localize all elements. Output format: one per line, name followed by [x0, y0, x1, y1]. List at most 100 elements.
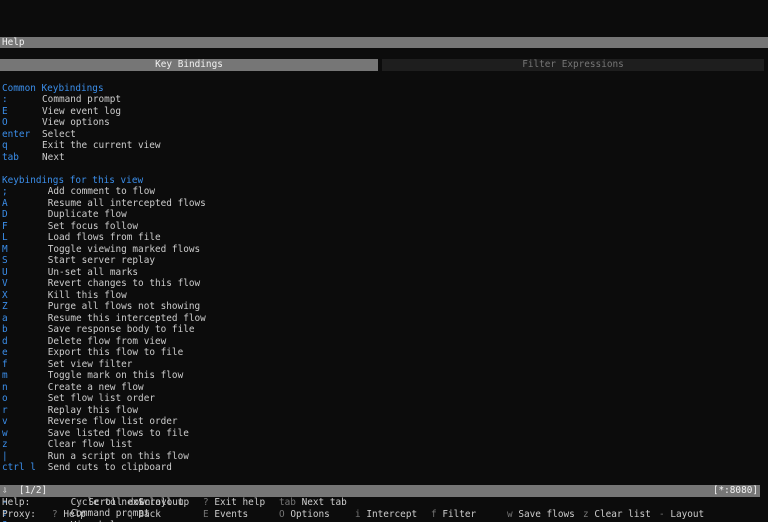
keybinding-row[interactable]: S Start server replay: [0, 255, 768, 267]
key-label: e: [2, 347, 8, 358]
keybinding-row[interactable]: D Duplicate flow: [0, 209, 768, 221]
key-label: m: [2, 370, 8, 381]
keybinding-row[interactable]: v Reverse flow list order: [0, 416, 768, 428]
key-description: Kill this flow: [47, 289, 127, 301]
keybinding-row[interactable]: o Set flow list order: [0, 393, 768, 405]
keybinding-row[interactable]: d Delete flow from view: [0, 336, 768, 348]
key-label: Z: [2, 301, 8, 312]
shortcut-label: Next tab: [301, 497, 347, 508]
keybinding-row[interactable]: w Save listed flows to file: [0, 428, 768, 440]
key-description: Un-set all marks: [47, 266, 139, 278]
shortcut-label: Layout: [670, 509, 705, 520]
keybinding-row[interactable]: tab Next: [0, 152, 768, 164]
shortcut-key: f: [431, 509, 437, 520]
key-label: L: [2, 232, 8, 243]
keybinding-row[interactable]: f Set view filter: [0, 359, 768, 371]
shortcut-label: Scroll up: [138, 497, 190, 508]
proxy-address: [*:8080]: [712, 485, 758, 496]
keybinding-row[interactable]: z Clear flow list: [0, 439, 768, 451]
footer-shortcut[interactable]: tab Next tab: [279, 497, 347, 509]
key-label: V: [2, 278, 8, 289]
key-label: b: [2, 324, 8, 335]
shortcut-key: ?: [52, 509, 58, 520]
key-description: Select: [42, 128, 76, 140]
shortcut-key: q: [127, 509, 133, 520]
key-label: O: [2, 117, 8, 128]
key-description: Duplicate flow: [47, 209, 127, 220]
key-label: o: [2, 393, 8, 404]
footer-shortcut[interactable]: ? Exit help: [203, 497, 265, 509]
keybinding-row[interactable]: Z Purge all flows not showing: [0, 301, 768, 313]
shortcut-key: tab: [279, 497, 296, 508]
key-label: E: [2, 105, 8, 117]
shortcut-key: ↑: [127, 497, 133, 508]
shortcut-key: ?: [203, 497, 209, 508]
keybinding-row[interactable]: ; Add comment to flow: [0, 186, 768, 198]
footer-shortcut[interactable]: ? Help: [52, 509, 86, 521]
footer-shortcut[interactable]: z Clear list: [583, 509, 651, 521]
keybinding-row[interactable]: : Command prompt: [0, 94, 768, 106]
key-description: Toggle mark on this flow: [47, 370, 184, 381]
footer-label: Help:: [2, 497, 31, 508]
footer-shortcut[interactable]: i Intercept: [355, 509, 417, 521]
footer-shortcut[interactable]: w Save flows: [507, 509, 575, 521]
keybinding-row[interactable]: U Un-set all marks: [0, 267, 768, 279]
shortcut-label: Help: [63, 509, 86, 520]
keybinding-row[interactable]: m Toggle mark on this flow: [0, 370, 768, 382]
footer-shortcut[interactable]: f Filter: [431, 509, 476, 521]
key-label: tab: [2, 151, 19, 163]
key-description: Clear flow list: [47, 439, 133, 450]
footer-shortcut[interactable]: ↑ Scroll up: [127, 497, 189, 509]
keybinding-row[interactable]: V Revert changes to this flow: [0, 278, 768, 290]
keybinding-row[interactable]: q Exit the current view: [0, 140, 768, 152]
keybinding-row[interactable]: e Export this flow to file: [0, 347, 768, 359]
keybinding-row[interactable]: L Load flows from file: [0, 232, 768, 244]
tab-key-bindings[interactable]: Key Bindings: [0, 59, 378, 71]
keybinding-row[interactable]: n Create a new flow: [0, 382, 768, 394]
keybinding-row[interactable]: r Replay this flow: [0, 405, 768, 417]
shortcut-key: z: [583, 509, 589, 520]
key-description: Exit the current view: [42, 140, 161, 151]
status-bar: ⇩ [1/2] [*:8080]: [0, 485, 760, 497]
key-description: Command prompt: [42, 94, 122, 105]
shortcut-key: E: [203, 509, 209, 520]
footer-shortcut[interactable]: - Layout: [659, 509, 704, 521]
shortcut-label: Events: [214, 509, 249, 520]
keybinding-row[interactable]: | Run a script on this flow: [0, 451, 768, 463]
keybinding-row[interactable]: enter Select: [0, 129, 768, 141]
key-label: ;: [2, 186, 8, 197]
key-description: View options: [42, 117, 110, 128]
key-description: Run a script on this flow: [47, 450, 189, 462]
section-title: Common Keybindings: [2, 82, 104, 94]
keybinding-row[interactable]: ctrl l Send cuts to clipboard: [0, 462, 768, 474]
shortcut-label: Intercept: [366, 509, 418, 520]
footer-shortcut[interactable]: q Back: [127, 509, 161, 521]
keybinding-row[interactable]: M Toggle viewing marked flows: [0, 244, 768, 256]
footer-shortcut[interactable]: O Options: [279, 509, 330, 521]
key-description: Save listed flows to file: [47, 427, 189, 439]
keybinding-row[interactable]: A Resume all intercepted flows: [0, 198, 768, 210]
keybinding-row[interactable]: a Resume this intercepted flow: [0, 313, 768, 325]
key-label: q: [2, 140, 8, 151]
shortcut-label: Save flows: [518, 509, 575, 520]
scroll-position: ⇩ [1/2]: [2, 485, 48, 496]
shortcut-key: O: [279, 509, 285, 520]
key-label: v: [2, 416, 8, 427]
shortcut-label: Clear list: [594, 509, 651, 520]
key-description: Start server replay: [47, 255, 155, 266]
key-description: Replay this flow: [47, 404, 139, 416]
keybinding-row[interactable]: E View event log: [0, 106, 768, 118]
tab-filter-expressions[interactable]: Filter Expressions: [382, 59, 764, 71]
key-label: w: [2, 427, 8, 439]
key-label: d: [2, 335, 8, 347]
footer-shortcut[interactable]: E Events: [203, 509, 248, 521]
key-label: D: [2, 209, 8, 220]
keybinding-row[interactable]: X Kill this flow: [0, 290, 768, 302]
shortcut-label: Back: [138, 509, 161, 520]
help-content[interactable]: Common Keybindings: Command prompt E View e…: [0, 83, 768, 522]
key-label: X: [2, 289, 8, 301]
key-label: f: [2, 358, 8, 370]
keybinding-row[interactable]: O View options: [0, 117, 768, 129]
keybinding-row[interactable]: F Set focus follow: [0, 221, 768, 233]
keybinding-row[interactable]: b Save response body to file: [0, 324, 768, 336]
